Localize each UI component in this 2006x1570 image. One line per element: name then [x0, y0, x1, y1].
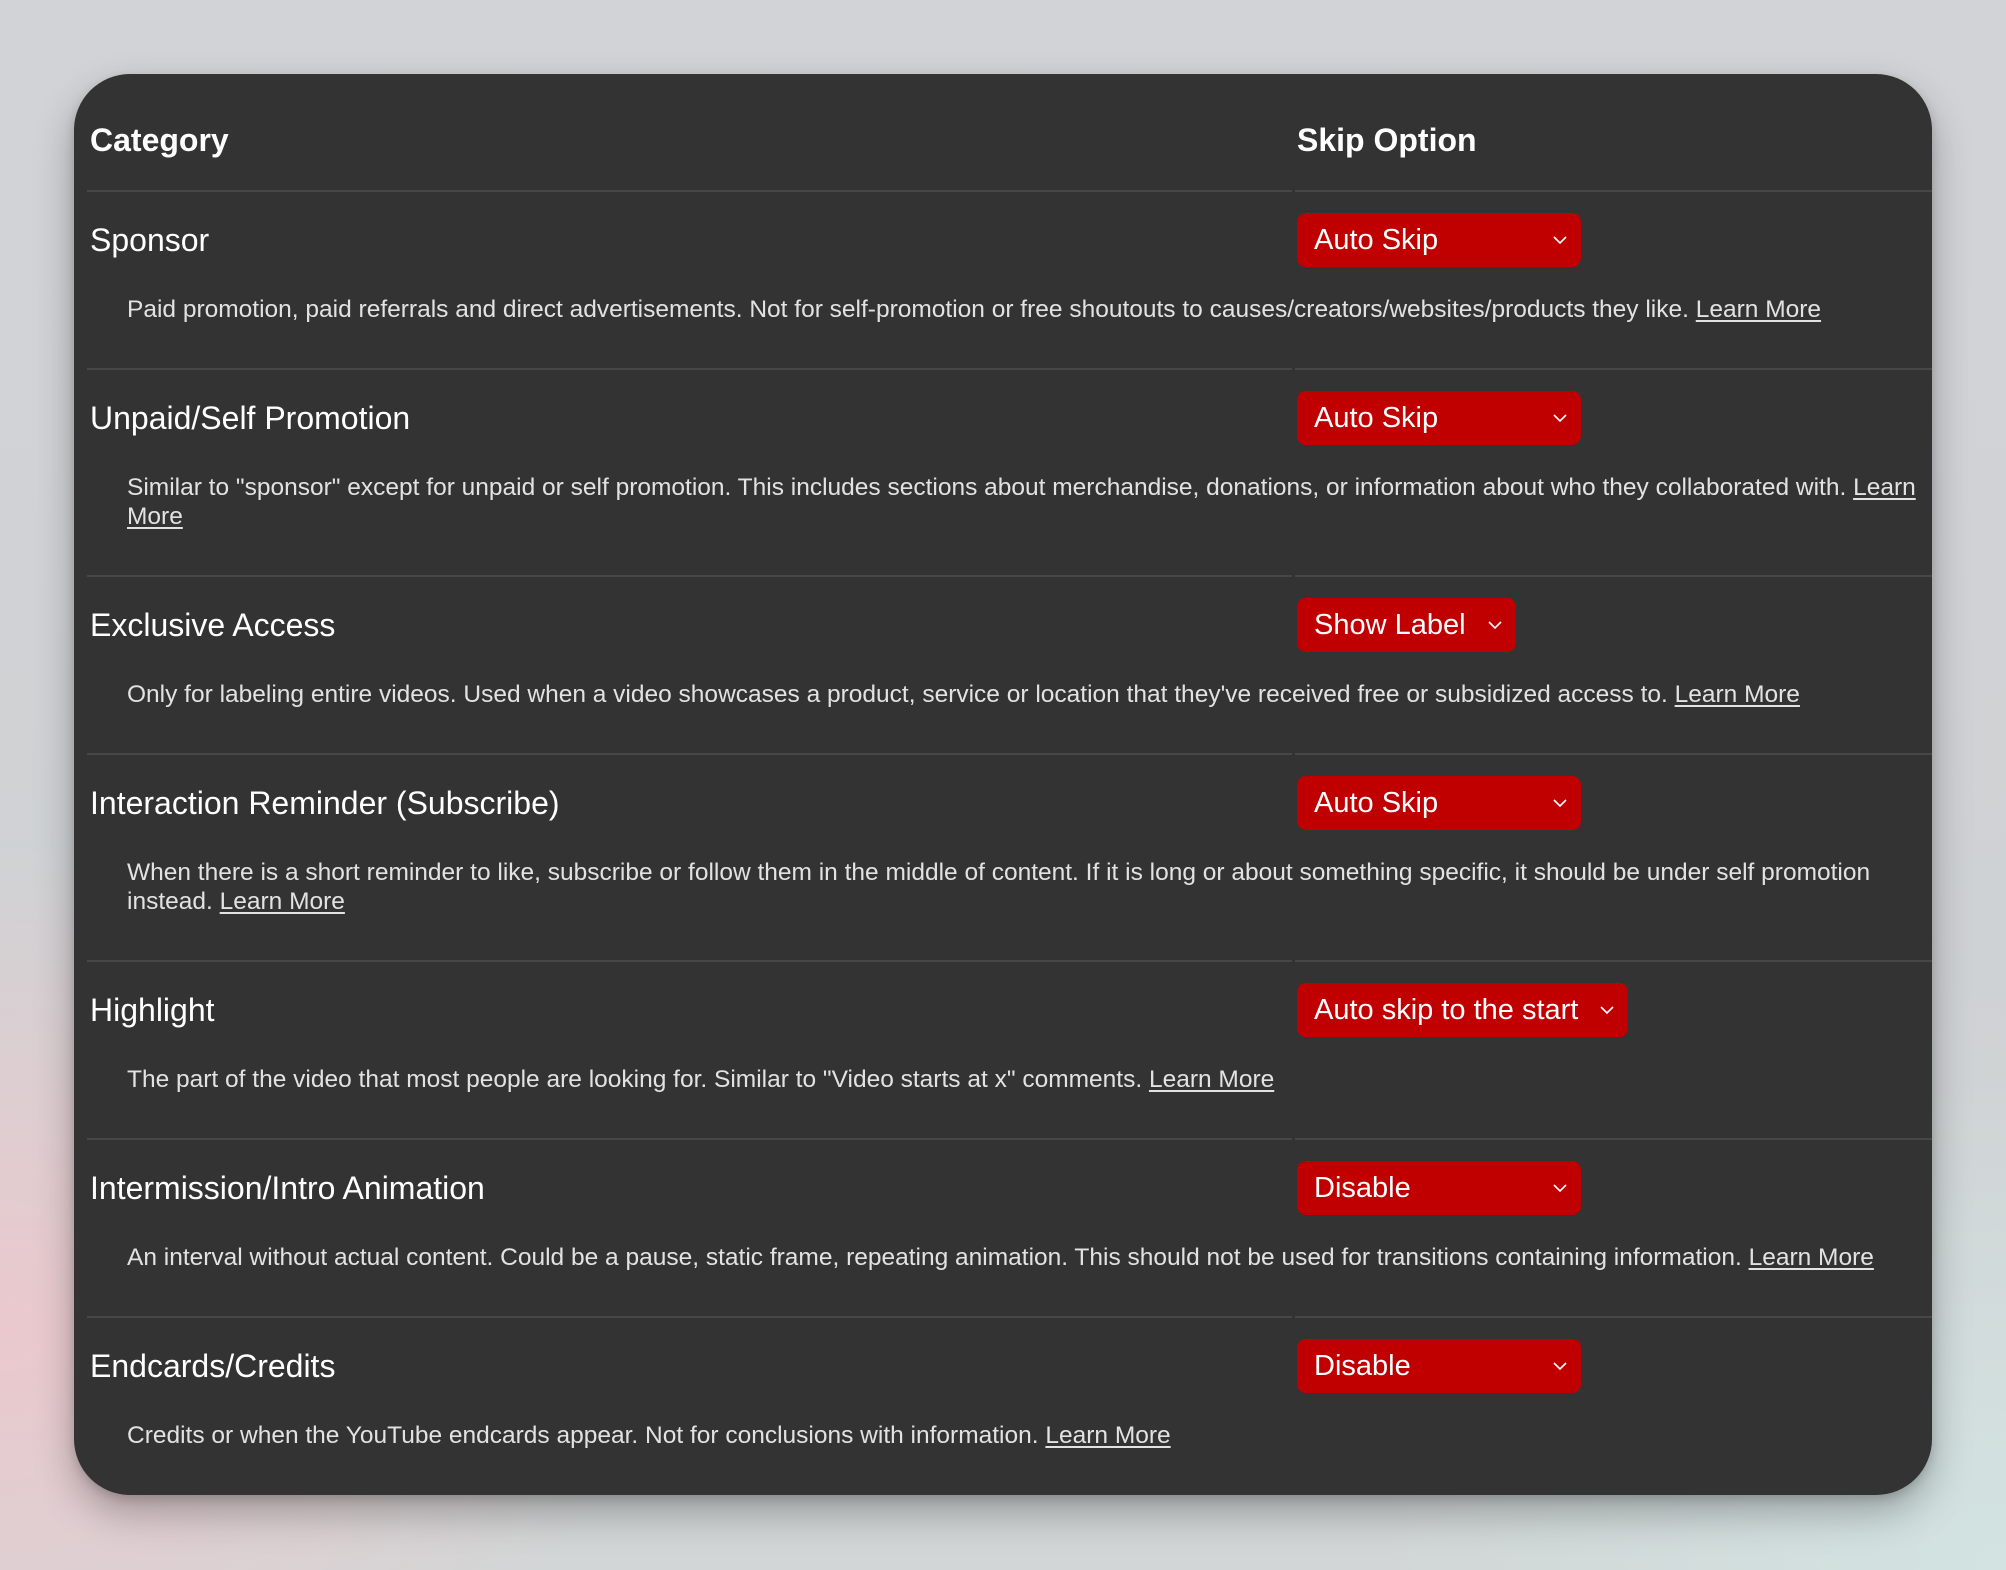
skip-option-value: Auto Skip [1314, 401, 1439, 434]
skip-option-select[interactable]: Disable [1297, 1161, 1581, 1215]
category-description: When there is a short reminder to like, … [87, 858, 1932, 916]
chevron-down-icon [1487, 618, 1502, 632]
category-table: Category Skip Option Sponsor Auto Skip P… [87, 74, 1932, 1494]
description-text: When there is a short reminder to like, … [127, 859, 1871, 915]
header-skip-option: Skip Option [1297, 122, 1477, 158]
table-row: Interaction Reminder (Subscribe) Auto Sk… [87, 755, 1932, 960]
category-description: The part of the video that most people a… [87, 1065, 1932, 1094]
category-label: Highlight [90, 991, 215, 1028]
category-label: Endcards/Credits [90, 1347, 336, 1384]
skip-option-select[interactable]: Show Label [1297, 598, 1516, 652]
table-row: Exclusive Access Show Label Only for lab… [87, 577, 1932, 753]
skip-option-value: Auto Skip [1314, 786, 1439, 819]
chevron-down-icon [1553, 233, 1567, 247]
chevron-down-icon [1553, 1359, 1567, 1373]
category-settings-card: Category Skip Option Sponsor Auto Skip P… [74, 74, 1932, 1495]
description-text: Similar to "sponsor" except for unpaid o… [127, 474, 1847, 501]
chevron-down-icon [1600, 1003, 1614, 1017]
skip-option-value: Disable [1314, 1171, 1411, 1204]
learn-more-link[interactable]: Learn More [1675, 681, 1800, 708]
category-description: Paid promotion, paid referrals and direc… [87, 295, 1932, 324]
skip-option-select[interactable]: Auto skip to the start [1297, 983, 1629, 1037]
category-description: Similar to "sponsor" except for unpaid o… [87, 473, 1932, 531]
header-category: Category [90, 122, 229, 158]
skip-option-select[interactable]: Auto Skip [1297, 213, 1581, 267]
category-description: Only for labeling entire videos. Used wh… [87, 680, 1932, 709]
learn-more-link[interactable]: Learn More [1749, 1244, 1874, 1271]
table-row: Intermission/Intro Animation Disable An … [87, 1140, 1932, 1316]
skip-option-select[interactable]: Auto Skip [1297, 391, 1581, 445]
chevron-down-icon [1553, 411, 1567, 425]
description-text: Credits or when the YouTube endcards app… [127, 1422, 1039, 1449]
table-header: Category Skip Option [87, 74, 1932, 190]
learn-more-link[interactable]: Learn More [1149, 1066, 1274, 1093]
table-body: Sponsor Auto Skip Paid promotion, paid r… [87, 190, 1932, 1494]
chevron-down-icon [1553, 1181, 1567, 1195]
skip-option-select[interactable]: Disable [1297, 1339, 1581, 1393]
description-text: Only for labeling entire videos. Used wh… [127, 681, 1668, 708]
category-label: Interaction Reminder (Subscribe) [90, 784, 560, 821]
table-row: Unpaid/Self Promotion Auto Skip Similar … [87, 370, 1932, 575]
chevron-down-icon [1553, 796, 1567, 810]
skip-option-value: Auto skip to the start [1314, 993, 1579, 1026]
category-label: Intermission/Intro Animation [90, 1169, 485, 1206]
skip-option-value: Disable [1314, 1349, 1411, 1382]
category-label: Unpaid/Self Promotion [90, 399, 411, 436]
learn-more-link[interactable]: Learn More [1045, 1422, 1170, 1449]
category-label: Sponsor [90, 221, 210, 258]
skip-option-value: Show Label [1314, 608, 1466, 641]
skip-option-select[interactable]: Auto Skip [1297, 776, 1581, 830]
learn-more-link[interactable]: Learn More [1696, 296, 1821, 323]
description-text: The part of the video that most people a… [127, 1066, 1143, 1093]
category-label: Exclusive Access [90, 606, 336, 643]
description-text: Paid promotion, paid referrals and direc… [127, 296, 1689, 323]
skip-option-value: Auto Skip [1314, 223, 1439, 256]
table-row: Endcards/Credits Disable Credits or when… [87, 1318, 1932, 1494]
table-row: Sponsor Auto Skip Paid promotion, paid r… [87, 192, 1932, 368]
category-description: An interval without actual content. Coul… [87, 1243, 1932, 1272]
description-text: An interval without actual content. Coul… [127, 1244, 1742, 1271]
table-row: Highlight Auto skip to the start The par… [87, 962, 1932, 1138]
category-description: Credits or when the YouTube endcards app… [87, 1421, 1932, 1450]
learn-more-link[interactable]: Learn More [220, 888, 345, 915]
